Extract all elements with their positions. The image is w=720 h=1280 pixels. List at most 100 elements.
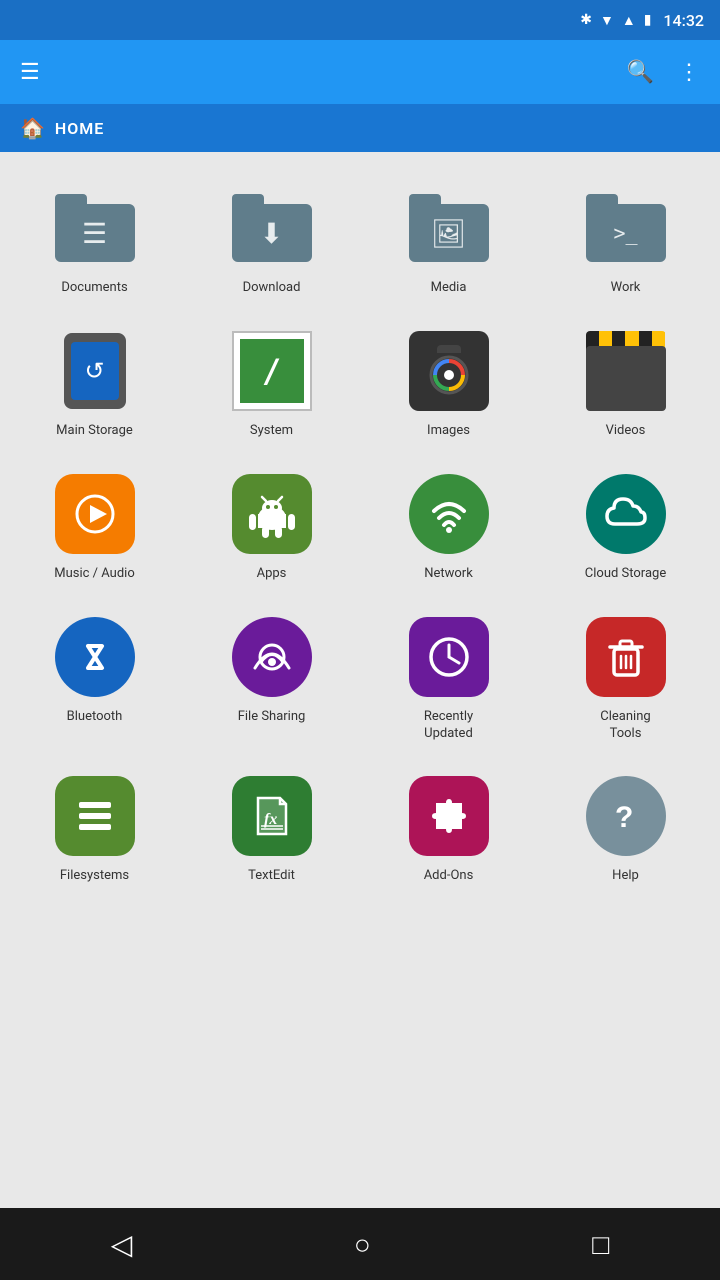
search-icon[interactable]: 🔍 [627,60,654,85]
cast-icon [247,632,297,682]
work-folder-inner: >_ [613,221,637,245]
refresh-icon: ↺ [84,357,104,385]
grid-item-system[interactable]: / System [187,315,356,450]
work-label: Work [611,280,641,297]
documents-folder-inner: ☰ [82,217,107,250]
apps-icon [232,474,312,554]
filesystems-label: Filesystems [60,868,129,885]
videos-label: Videos [606,423,646,440]
bluetooth-label: Bluetooth [67,709,123,726]
grid-item-videos[interactable]: Videos [541,315,710,450]
grid-item-media[interactable]: 🖼 Media [364,172,533,307]
battery-status-icon: ▮ [644,12,652,28]
status-icons: ✱ ▼ ▲ ▮ 14:32 [580,11,704,30]
camera-lens-icon [427,353,471,397]
play-circle-icon [73,492,117,536]
breadcrumb: 🏠 Home [0,104,720,152]
hamburger-menu-icon[interactable]: ☰ [20,60,40,85]
status-time: 14:32 [663,11,704,30]
grid-item-cloud-storage[interactable]: Cloud Storage [541,458,710,593]
videos-clapper-icon [586,331,666,411]
grid-item-filesystems[interactable]: Filesystems [10,760,179,895]
documents-icon-wrap: ☰ [53,186,137,270]
documents-label: Documents [61,280,127,297]
grid-item-help[interactable]: ? Help [541,760,710,895]
grid-item-apps[interactable]: Apps [187,458,356,593]
download-folder-inner: ⬇ [260,217,283,250]
grid-container: ☰ Documents ⬇ Download 🖼 [0,152,720,1208]
grid-item-main-storage[interactable]: ↺ Main Storage [10,315,179,450]
download-label: Download [243,280,301,297]
main-storage-icon: ↺ [55,331,135,411]
recent-button[interactable]: □ [572,1218,629,1271]
textedit-label: TextEdit [248,868,295,885]
grid-item-recently-updated[interactable]: RecentlyUpdated [364,601,533,753]
system-icon-wrap: / [230,329,314,413]
cloud-storage-icon [586,474,666,554]
grid-item-cleaning-tools[interactable]: CleaningTools [541,601,710,753]
status-bar: ✱ ▼ ▲ ▮ 14:32 [0,0,720,40]
help-label: Help [612,868,639,885]
grid-item-music-audio[interactable]: Music / Audio [10,458,179,593]
media-folder-inner: 🖼 [431,217,467,250]
bluetooth-status-icon: ✱ [580,12,592,28]
filesystems-symbol-icon [71,792,119,840]
file-sharing-icon [232,617,312,697]
recently-updated-icon [409,617,489,697]
music-audio-icon-wrap [53,472,137,556]
back-button[interactable]: ◁ [91,1218,153,1271]
wifi-icon [424,489,474,539]
textedit-icon-wrap: fx [230,774,314,858]
more-options-icon[interactable]: ⋮ [678,60,700,85]
top-bar-right: 🔍 ⋮ [627,60,700,85]
grid-item-documents[interactable]: ☰ Documents [10,172,179,307]
images-icon-wrap [407,329,491,413]
top-bar: ☰ 🔍 ⋮ [0,40,720,104]
filesystems-icon-wrap [53,774,137,858]
home-icon: 🏠 [20,116,45,140]
help-icon: ? [586,776,666,856]
grid-item-download[interactable]: ⬇ Download [187,172,356,307]
apps-label: Apps [257,566,287,583]
puzzle-icon [424,791,474,841]
grid-item-add-ons[interactable]: Add-Ons [364,760,533,895]
videos-icon-wrap [584,329,668,413]
media-folder-icon: 🖼 [409,194,489,262]
grid-item-textedit[interactable]: fx TextEdit [187,760,356,895]
question-mark-icon: ? [601,791,651,841]
recently-updated-label: RecentlyUpdated [424,709,473,743]
system-icon: / [232,331,312,411]
home-button[interactable]: ○ [334,1218,391,1271]
network-label: Network [424,566,473,583]
network-icon [409,474,489,554]
add-ons-icon-wrap [407,774,491,858]
wifi-status-icon: ▼ [600,12,614,29]
grid-item-work[interactable]: >_ Work [541,172,710,307]
cloud-icon [601,489,651,539]
system-slash-icon: / [262,352,281,390]
documents-folder-icon: ☰ [55,194,135,262]
android-icon [248,490,296,538]
clock-icon [425,633,473,681]
top-bar-left: ☰ [20,60,40,85]
grid-item-file-sharing[interactable]: File Sharing [187,601,356,753]
trash-icon [602,633,650,681]
bluetooth-icon-wrap [53,615,137,699]
music-audio-label: Music / Audio [54,566,135,583]
cleaning-tools-icon-wrap [584,615,668,699]
breadcrumb-label: Home [55,119,104,138]
images-camera-icon [409,331,489,411]
apps-icon-wrap [230,472,314,556]
grid-item-bluetooth[interactable]: Bluetooth [10,601,179,753]
help-icon-wrap: ? [584,774,668,858]
textedit-icon: fx [232,776,312,856]
add-ons-icon [409,776,489,856]
camera-bump [437,345,461,353]
filesystems-icon [55,776,135,856]
grid-item-images[interactable]: Images [364,315,533,450]
music-audio-icon [55,474,135,554]
grid-item-network[interactable]: Network [364,458,533,593]
system-label: System [250,423,293,440]
cloud-storage-label: Cloud Storage [585,566,666,583]
network-icon-wrap [407,472,491,556]
